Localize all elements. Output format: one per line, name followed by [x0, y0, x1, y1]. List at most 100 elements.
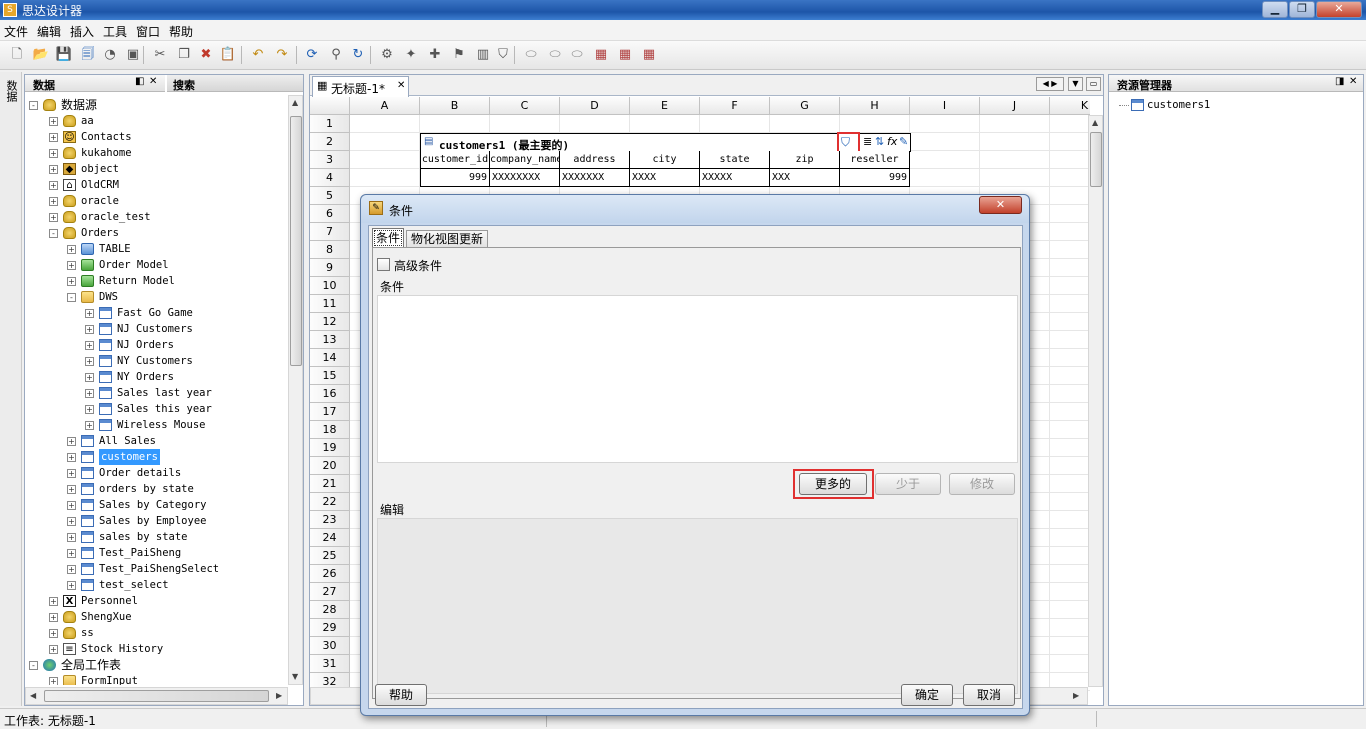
grid-icon[interactable]: ▦ [616, 46, 634, 64]
redo-icon[interactable]: ↷ [273, 46, 291, 64]
row-header[interactable]: 16 [310, 385, 350, 403]
row-header[interactable]: 9 [310, 259, 350, 277]
preview-icon[interactable]: ◔ [101, 46, 119, 64]
expand-icon[interactable]: + [67, 437, 76, 446]
expand-icon[interactable]: + [67, 485, 76, 494]
table-header-cell[interactable]: state [700, 151, 770, 169]
row-header[interactable]: 23 [310, 511, 350, 529]
table-header-cell[interactable]: customer_id [420, 151, 490, 169]
sheet-vscrollbar[interactable]: ▲ [1088, 115, 1103, 687]
expand-icon[interactable]: + [67, 469, 76, 478]
expand-icon[interactable]: + [67, 245, 76, 254]
row-header[interactable]: 14 [310, 349, 350, 367]
tree-icon[interactable]: ⚲ [327, 46, 345, 64]
tree-item[interactable]: + oracle_test [25, 209, 287, 225]
collapse-icon[interactable]: - [29, 661, 38, 670]
expand-icon[interactable]: + [49, 133, 58, 142]
tab-condition[interactable]: 条件 [372, 228, 404, 247]
expand-icon[interactable]: + [85, 389, 94, 398]
pin-icon[interactable]: ◧ [135, 76, 144, 87]
tree-item[interactable]: + customers [25, 449, 287, 465]
pin-icon[interactable]: ◨ [1335, 76, 1344, 87]
tab-data[interactable]: 数据 ◧ ✕ [25, 75, 165, 92]
expand-icon[interactable]: + [85, 325, 94, 334]
tree-item[interactable]: + Sales by Category [25, 497, 287, 513]
tree-item[interactable]: - Orders [25, 225, 287, 241]
menu-tools[interactable]: 工具 [103, 23, 127, 40]
reload-icon[interactable]: ↻ [349, 46, 367, 64]
table-value-cell[interactable]: XXXXXXX [560, 169, 630, 187]
table-value-cell[interactable]: XXXXX [700, 169, 770, 187]
row-header[interactable]: 19 [310, 439, 350, 457]
tree-item[interactable]: + NJ Orders [25, 337, 287, 353]
expand-icon[interactable]: + [49, 645, 58, 654]
expand-icon[interactable]: + [49, 181, 58, 190]
cancel-button[interactable]: 取消 [963, 684, 1015, 706]
tree-item[interactable]: + Sales this year [25, 401, 287, 417]
tree-item[interactable]: + Fast Go Game [25, 305, 287, 321]
expand-icon[interactable]: + [67, 549, 76, 558]
tree-item[interactable]: + ss [25, 625, 287, 641]
tree-vscrollbar[interactable]: ▲ ▼ [288, 95, 303, 685]
table-value-cell[interactable]: 999 [840, 169, 910, 187]
expand-icon[interactable]: + [85, 341, 94, 350]
expand-icon[interactable]: + [67, 453, 76, 462]
tree-item[interactable]: + ◆ object [25, 161, 287, 177]
expand-icon[interactable]: + [49, 613, 58, 622]
add-icon[interactable]: ✚ [426, 46, 444, 64]
pill-icon[interactable]: ⬭ [546, 46, 564, 64]
tree-item[interactable]: + X Personnel [25, 593, 287, 609]
tree-item[interactable]: + Sales last year [25, 385, 287, 401]
scroll-thumb[interactable] [290, 116, 302, 366]
tree-item[interactable]: + ☺ Contacts [25, 129, 287, 145]
copy-icon[interactable]: ❐ [175, 46, 193, 64]
row-header[interactable]: 13 [310, 331, 350, 349]
tab-view-update[interactable]: 物化视图更新 [406, 230, 488, 247]
tree-item[interactable]: + Test_PaiSheng [25, 545, 287, 561]
tree-item[interactable]: + Order Model [25, 257, 287, 273]
expand-icon[interactable]: + [49, 165, 58, 174]
expand-icon[interactable]: + [85, 405, 94, 414]
modify-button[interactable]: 修改 [949, 473, 1015, 495]
expand-icon[interactable]: + [67, 533, 76, 542]
wizard-icon[interactable]: ✦ [402, 46, 420, 64]
table-header-cell[interactable]: reseller [840, 151, 910, 169]
resource-item[interactable]: customers1 [1119, 97, 1319, 113]
advanced-checkbox[interactable] [377, 258, 390, 271]
tree-item[interactable]: + orders by state [25, 481, 287, 497]
scroll-left-icon[interactable]: ◀ [30, 691, 36, 700]
expand-icon[interactable]: + [67, 261, 76, 270]
row-header[interactable]: 8 [310, 241, 350, 259]
menu-window[interactable]: 窗口 [136, 23, 160, 40]
tree-item[interactable]: + ShengXue [25, 609, 287, 625]
tree-item[interactable]: + Sales by Employee [25, 513, 287, 529]
paste-icon[interactable]: 📋 [219, 46, 237, 64]
table-value-cell[interactable]: XXXXXXXX [490, 169, 560, 187]
menu-help[interactable]: 帮助 [169, 23, 193, 40]
table-header-cell[interactable]: company_name [490, 151, 560, 169]
row-header[interactable]: 18 [310, 421, 350, 439]
hscroll-thumb[interactable] [44, 690, 269, 702]
expand-icon[interactable]: + [67, 517, 76, 526]
menu-edit[interactable]: 编辑 [37, 23, 61, 40]
save-icon[interactable]: 💾 [55, 46, 73, 64]
expand-icon[interactable]: + [49, 629, 58, 638]
tree-item[interactable]: + ⌂ OldCRM [25, 177, 287, 193]
tree-item[interactable]: + sales by state [25, 529, 287, 545]
maximize-button[interactable]: ❐ [1289, 1, 1315, 18]
tree-item[interactable]: + Wireless Mouse [25, 417, 287, 433]
chart-icon[interactable]: ▥ [474, 46, 492, 64]
expand-icon[interactable]: + [67, 565, 76, 574]
row-header[interactable]: 22 [310, 493, 350, 511]
sheet-vthumb[interactable] [1090, 132, 1102, 187]
expand-icon[interactable]: + [85, 357, 94, 366]
expand-icon[interactable]: + [49, 117, 58, 126]
expand-icon[interactable]: + [85, 421, 94, 430]
row-header[interactable]: 15 [310, 367, 350, 385]
ok-button[interactable]: 确定 [901, 684, 953, 706]
vtab-data[interactable]: 数据 [5, 80, 18, 102]
edit-area[interactable] [377, 518, 1018, 694]
pill-icon[interactable]: ⬭ [568, 46, 586, 64]
table-header-cell[interactable]: address [560, 151, 630, 169]
row-header[interactable]: 7 [310, 223, 350, 241]
